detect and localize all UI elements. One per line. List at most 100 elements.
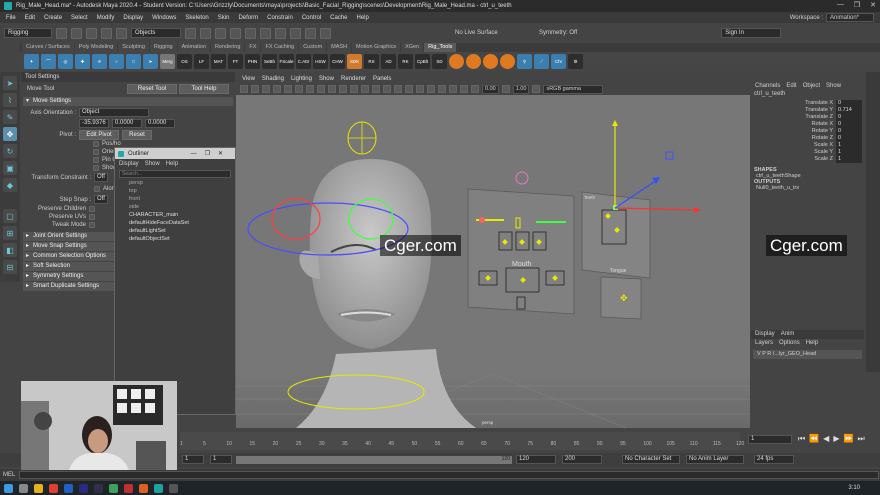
shelf-button-circle-icon[interactable]: ○	[109, 54, 124, 69]
rotate-tool-icon[interactable]: ↻	[3, 144, 17, 158]
redo-icon[interactable]	[116, 27, 127, 39]
menu-display[interactable]: Display	[123, 15, 143, 21]
step-forward-icon[interactable]: ⏩	[843, 434, 853, 444]
vp-smooth-icon[interactable]	[350, 85, 358, 93]
attr-value[interactable]: 0	[836, 121, 862, 128]
shelf-button-star-icon[interactable]: ✳	[92, 54, 107, 69]
attr-value[interactable]: 0	[836, 135, 862, 142]
shelf-button-ft[interactable]: FT	[228, 54, 243, 69]
cb-tab-object[interactable]: Object	[803, 82, 820, 91]
undo-icon[interactable]	[101, 27, 112, 39]
layer-menu-options[interactable]: Options	[779, 339, 800, 348]
menu-deform[interactable]: Deform	[238, 15, 258, 21]
checkbox-icon[interactable]	[89, 222, 95, 228]
vp-wireframe-icon[interactable]	[339, 85, 347, 93]
menu-modify[interactable]: Modify	[97, 15, 115, 21]
pink-control[interactable]	[515, 171, 529, 185]
edit-pivot-button[interactable]: Edit Pivot	[79, 129, 119, 140]
vp-menu-view[interactable]: View	[242, 76, 255, 82]
vp-menu-renderer[interactable]: Renderer	[341, 76, 366, 82]
vp-shadows-icon[interactable]	[394, 85, 402, 93]
app-icon[interactable]	[139, 483, 148, 493]
tongue-ctrl-icon[interactable]: ✥	[620, 294, 628, 304]
shelf-button-sebh[interactable]: SeBh	[262, 54, 277, 69]
checkbox-icon[interactable]	[94, 185, 100, 192]
shelf-button-arrow-icon[interactable]: ➤	[143, 54, 158, 69]
shelf-button-sdk[interactable]: SDK	[347, 54, 362, 69]
range-bar[interactable]: 120	[236, 456, 512, 464]
shelf-button-sd[interactable]: SD	[432, 54, 447, 69]
shelf-tab-xgen[interactable]: XGen	[401, 43, 424, 52]
play-icon[interactable]: ▶	[833, 434, 839, 444]
premiere-icon[interactable]	[79, 483, 88, 493]
transform-constraint-dropdown[interactable]: Off	[94, 173, 108, 182]
app-icon[interactable]	[109, 483, 118, 493]
fps-dropdown[interactable]: 24 fps	[754, 455, 794, 464]
outliner-item-top[interactable]: top	[115, 187, 235, 195]
attr-value[interactable]: 1	[836, 156, 862, 163]
outliner-item-persp[interactable]: persp	[115, 179, 235, 187]
cb-tab-show[interactable]: Show	[826, 82, 841, 91]
ipr-render-icon[interactable]	[305, 27, 316, 39]
render-settings-icon[interactable]	[320, 27, 331, 39]
vp-field-chart-icon[interactable]	[317, 85, 325, 93]
vp-camera-icon[interactable]	[240, 85, 248, 93]
shelf-tab-animation[interactable]: Animation	[177, 43, 211, 52]
shelf-button-mat[interactable]: MAT	[211, 54, 226, 69]
shelf-button-extra-icon[interactable]: ⚙	[568, 54, 583, 69]
vp-exposure-icon[interactable]	[471, 85, 479, 93]
vp-wire-on-shaded-icon[interactable]	[361, 85, 369, 93]
shelf-button-cpblt[interactable]: CpBlt	[415, 54, 430, 69]
shelf-button-joint-icon[interactable]: ⚲	[517, 54, 532, 69]
outliner-item-side[interactable]: side	[115, 203, 235, 211]
vp-bookmark-icon[interactable]	[262, 85, 270, 93]
outliner-menu-display[interactable]: Display	[119, 161, 139, 167]
menu-skin[interactable]: Skin	[218, 15, 230, 21]
menu-edit[interactable]: Edit	[25, 15, 35, 21]
brow-slider-handle[interactable]	[479, 217, 485, 223]
minimize-button[interactable]: —	[837, 1, 844, 9]
shelf-tab-custom[interactable]: Custom	[299, 43, 327, 52]
shelf-tab-poly[interactable]: Poly Modeling	[74, 43, 118, 52]
snap-view-icon[interactable]	[275, 27, 286, 39]
axis-orientation-dropdown[interactable]: Object	[79, 108, 149, 117]
symmetry-status[interactable]: Symmetry: Off	[539, 30, 577, 36]
vp-colorspace-icon[interactable]	[532, 85, 541, 93]
select-hierarchy-icon[interactable]	[185, 27, 196, 39]
vp-lights-icon[interactable]	[383, 85, 391, 93]
coord-x-field[interactable]: -35.9376	[79, 119, 109, 128]
menu-help[interactable]: Help	[357, 15, 369, 21]
shelf-button-phn[interactable]: PHN	[245, 54, 260, 69]
range-start-field[interactable]: 1	[210, 455, 232, 464]
shelf-button-orange2-icon[interactable]	[466, 54, 481, 69]
coord-z-field[interactable]: 0.0000	[145, 119, 175, 128]
attr-value[interactable]: 1	[836, 142, 862, 149]
shelf-button-cross-icon[interactable]: ✚	[75, 54, 90, 69]
select-object-icon[interactable]	[200, 27, 211, 39]
single-view-icon[interactable]: ▢	[3, 209, 17, 223]
shelf-button-rk[interactable]: RK	[398, 54, 413, 69]
sign-in-button[interactable]: Sign In	[721, 28, 782, 38]
start-frame-field[interactable]: 1	[182, 455, 204, 464]
vp-xray-joints-icon[interactable]	[460, 85, 468, 93]
vp-resolution-icon[interactable]	[306, 85, 314, 93]
menu-file[interactable]: File	[6, 15, 16, 21]
menu-cache[interactable]: Cache	[330, 15, 347, 21]
mode-dropdown[interactable]: Rigging	[4, 28, 52, 38]
outliner-window-controls[interactable]: —❐✕	[191, 150, 231, 157]
maya-icon[interactable]	[154, 483, 163, 493]
shelf-button-chr[interactable]: Chr	[551, 54, 566, 69]
vp-textured-icon[interactable]	[372, 85, 380, 93]
workspace-dropdown[interactable]: Animation*	[825, 13, 874, 22]
shelf-button-rs[interactable]: RS	[364, 54, 379, 69]
snap-grid-icon[interactable]	[230, 27, 241, 39]
layout-icon[interactable]: ⊟	[3, 260, 17, 274]
viewport[interactable]: Mouth Teeth Tongue ✥ persp	[236, 74, 750, 429]
after-effects-icon[interactable]	[94, 483, 103, 493]
cb-tab-channels[interactable]: Channels	[755, 82, 780, 91]
checkbox-icon[interactable]	[89, 206, 95, 212]
output-name[interactable]: Null0_teeth_u_trx	[751, 185, 864, 191]
vp-image-plane-icon[interactable]	[273, 85, 281, 93]
step-snap-dropdown[interactable]: Off	[94, 195, 108, 204]
scale-tool-icon[interactable]: ▣	[3, 161, 17, 175]
